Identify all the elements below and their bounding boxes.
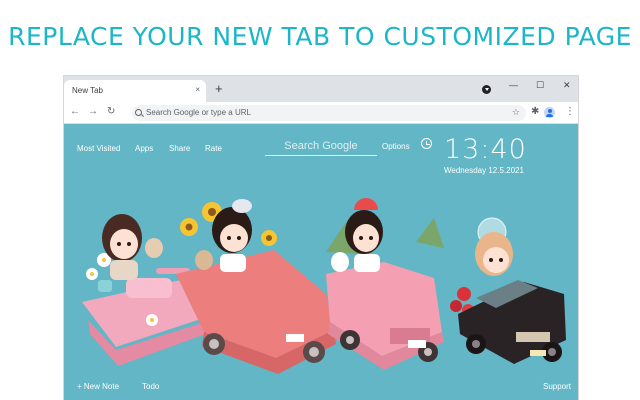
address-bar-placeholder: Search Google or type a URL (146, 108, 251, 117)
tab-strip: New Tab × + — ☐ ✕ (64, 76, 578, 102)
clock-date: Wednesday 12.5.2021 (444, 166, 524, 175)
extensions-puzzle-icon[interactable]: ✱ (531, 106, 539, 118)
tab-title: New Tab (72, 86, 103, 95)
new-note-button[interactable]: + New Note (77, 382, 119, 391)
minimize-icon[interactable]: — (509, 80, 518, 90)
nav-rate[interactable]: Rate (205, 144, 222, 153)
new-tab-button[interactable]: + (215, 82, 223, 96)
coral-convertible-car (176, 199, 336, 374)
nav-share[interactable]: Share (169, 144, 190, 153)
close-window-icon[interactable]: ✕ (563, 80, 571, 91)
reload-icon[interactable]: ↻ (107, 106, 115, 118)
maximize-icon[interactable]: ☐ (536, 80, 544, 91)
forward-arrow-icon[interactable]: → (88, 106, 98, 118)
tab-close-icon[interactable]: × (195, 85, 200, 94)
promo-headline: REPLACE YOUR NEW TAB TO CUSTOMIZED PAGE (8, 22, 632, 51)
nav-apps[interactable]: Apps (135, 144, 153, 153)
nav-most-visited[interactable]: Most Visited (77, 144, 120, 153)
google-search-input[interactable]: Search Google (265, 138, 377, 156)
bookmark-star-icon[interactable]: ☆ (512, 107, 520, 118)
search-icon (135, 109, 142, 116)
tab-new-tab[interactable]: New Tab × (64, 80, 206, 102)
browser-toolbar: ← → ↻ Search Google or type a URL ☆ ✱ ⋮ (64, 102, 578, 124)
menu-kebab-icon[interactable]: ⋮ (565, 106, 575, 118)
profile-avatar-icon[interactable] (544, 107, 555, 118)
options-link[interactable]: Options (382, 142, 410, 151)
tab-search-icon[interactable] (482, 85, 491, 94)
back-arrow-icon[interactable]: ← (70, 106, 80, 118)
browser-window: New Tab × + — ☐ ✕ ← → ↻ Search Google or… (64, 76, 578, 400)
support-link[interactable]: Support (543, 382, 571, 391)
black-mini-car (450, 217, 566, 364)
wallpaper-illustration (82, 198, 566, 374)
new-tab-page: Most Visited Apps Share Rate Search Goog… (64, 124, 578, 400)
address-bar[interactable]: Search Google or type a URL ☆ (132, 105, 526, 121)
todo-button[interactable]: Todo (142, 382, 159, 391)
pink-jeep-car (326, 198, 444, 370)
clock-time: 13:40 (444, 134, 527, 165)
clock-icon[interactable] (421, 138, 432, 149)
